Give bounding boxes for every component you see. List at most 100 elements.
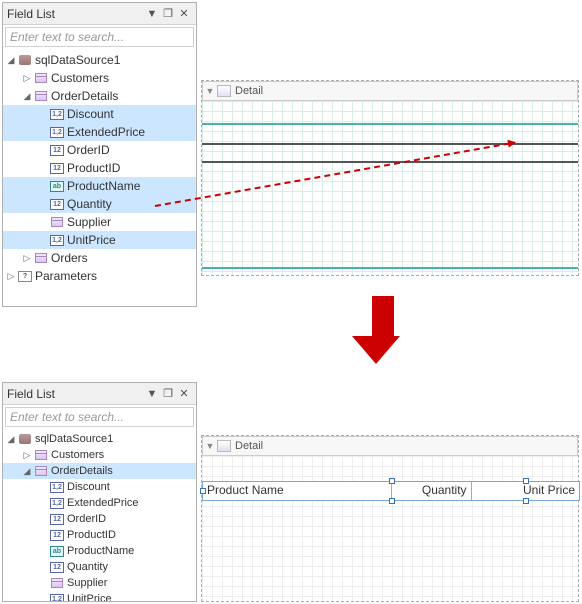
node-label: OrderID	[67, 513, 106, 525]
expander-icon[interactable]: ▷	[5, 271, 17, 282]
detail-band-header[interactable]: ▼ Detail	[202, 81, 578, 101]
search-input[interactable]: Enter text to search...	[5, 407, 194, 427]
table-icon	[49, 215, 65, 229]
tree-node-supplier[interactable]: Supplier	[3, 575, 196, 591]
node-label: Quantity	[67, 197, 112, 211]
band-icon	[217, 440, 231, 452]
param-icon: ?	[17, 269, 33, 283]
node-label: sqlDataSource1	[35, 433, 113, 445]
expander-icon[interactable]: ◢	[21, 466, 33, 477]
window-icon[interactable]: ❐	[160, 6, 176, 22]
band-icon	[217, 85, 231, 97]
window-icon[interactable]: ❐	[160, 386, 176, 402]
tree-node-unitprice[interactable]: 1,2 UnitPrice	[3, 231, 196, 249]
tree-node-orderdetails[interactable]: ◢ OrderDetails	[3, 87, 196, 105]
database-icon	[17, 432, 33, 446]
field-tree: ◢ sqlDataSource1 ▷ Customers ◢ OrderDeta…	[3, 429, 196, 602]
table-icon	[33, 448, 49, 462]
tree-node-parameters[interactable]: ▷ ? Parameters	[3, 267, 196, 285]
table-icon	[33, 251, 49, 265]
tree-node-orderid[interactable]: 12 OrderID	[3, 511, 196, 527]
detail-band-header[interactable]: ▼ Detail	[202, 436, 578, 456]
tree-node-customers[interactable]: ▷ Customers	[3, 69, 196, 87]
tree-node-extendedprice[interactable]: 1,2 ExtendedPrice	[3, 495, 196, 511]
tree-node-orderdetails[interactable]: ◢ OrderDetails	[3, 463, 196, 479]
tree-node-orders[interactable]: ▷ Orders	[3, 249, 196, 267]
int-icon: 12	[49, 528, 65, 542]
tree-node-datasource[interactable]: ◢ sqlDataSource1	[3, 431, 196, 447]
node-label: ExtendedPrice	[67, 125, 145, 139]
decimal-icon: 1,2	[49, 107, 65, 121]
panel-header: Field List ▼ ❐ ✕	[3, 3, 196, 25]
resize-handle[interactable]	[523, 478, 529, 484]
separator-line	[202, 267, 578, 269]
node-label: ProductID	[67, 161, 120, 175]
separator-line	[202, 123, 578, 125]
tree-node-productid[interactable]: 12 ProductID	[3, 527, 196, 543]
resize-handle[interactable]	[389, 478, 395, 484]
decimal-icon: 1,2	[49, 496, 65, 510]
node-label: ProductName	[67, 545, 134, 557]
chevron-down-icon[interactable]: ▼	[203, 441, 217, 451]
decimal-icon: 1,2	[49, 125, 65, 139]
search-input[interactable]: Enter text to search...	[5, 27, 194, 47]
node-label: sqlDataSource1	[35, 53, 120, 67]
expander-icon[interactable]: ◢	[5, 434, 17, 445]
field-list-panel-top: Field List ▼ ❐ ✕ Enter text to search...…	[2, 2, 197, 307]
tree-node-customers[interactable]: ▷ Customers	[3, 447, 196, 463]
tree-node-discount[interactable]: 1,2 Discount	[3, 105, 196, 123]
tree-node-quantity[interactable]: 12 Quantity	[3, 559, 196, 575]
tree-node-supplier[interactable]: Supplier	[3, 213, 196, 231]
node-label: OrderDetails	[51, 465, 113, 477]
node-label: Discount	[67, 107, 114, 121]
tree-node-orderid[interactable]: 12 OrderID	[3, 141, 196, 159]
expander-icon[interactable]: ▷	[21, 73, 33, 84]
node-label: Parameters	[35, 269, 97, 283]
tree-node-productid[interactable]: 12 ProductID	[3, 159, 196, 177]
table-icon	[33, 89, 49, 103]
dropdown-icon[interactable]: ▼	[144, 386, 160, 402]
string-icon: ab	[49, 544, 65, 558]
tree-node-productname[interactable]: ab ProductName	[3, 543, 196, 559]
node-label: Supplier	[67, 215, 111, 229]
node-label: ProductName	[67, 179, 140, 193]
band-label: Detail	[235, 85, 263, 97]
tree-node-unitprice[interactable]: 1,2 UnitPrice	[3, 591, 196, 602]
string-icon: ab	[49, 179, 65, 193]
close-icon[interactable]: ✕	[176, 6, 192, 22]
field-tree: ◢ sqlDataSource1 ▷ Customers ◢ OrderDeta…	[3, 49, 196, 287]
result-arrow	[365, 296, 400, 364]
resize-handle[interactable]	[389, 498, 395, 504]
table-control[interactable]: Product Name Quantity Unit Price	[202, 481, 580, 501]
int-icon: 12	[49, 161, 65, 175]
resize-handle[interactable]	[523, 498, 529, 504]
tree-node-extendedprice[interactable]: 1,2 ExtendedPrice	[3, 123, 196, 141]
table-icon	[49, 576, 65, 590]
table-cell-productname[interactable]: Product Name	[203, 482, 392, 500]
close-icon[interactable]: ✕	[176, 386, 192, 402]
decimal-icon: 1,2	[49, 480, 65, 494]
tree-node-discount[interactable]: 1,2 Discount	[3, 479, 196, 495]
table-icon	[33, 464, 49, 478]
node-label: UnitPrice	[67, 593, 112, 602]
panel-title: Field List	[7, 387, 144, 401]
design-surface-bottom[interactable]: ▼ Detail Product Name Quantity Unit Pric…	[201, 435, 579, 602]
node-label: Orders	[51, 251, 88, 265]
expander-icon[interactable]: ◢	[5, 55, 17, 66]
drag-arrow-head	[507, 138, 516, 147]
table-cell-quantity[interactable]: Quantity	[392, 482, 472, 500]
tree-node-productname[interactable]: ab ProductName	[3, 177, 196, 195]
tree-node-datasource[interactable]: ◢ sqlDataSource1	[3, 51, 196, 69]
expander-icon[interactable]: ▷	[21, 253, 33, 264]
resize-handle[interactable]	[200, 488, 206, 494]
dropdown-icon[interactable]: ▼	[144, 6, 160, 22]
node-label: ProductID	[67, 529, 116, 541]
expander-icon[interactable]: ▷	[21, 450, 33, 461]
expander-icon[interactable]: ◢	[21, 91, 33, 102]
chevron-down-icon[interactable]: ▼	[203, 86, 217, 96]
node-label: UnitPrice	[67, 233, 116, 247]
decimal-icon: 1,2	[49, 592, 65, 602]
panel-header: Field List ▼ ❐ ✕	[3, 383, 196, 405]
design-surface-top[interactable]: ▼ Detail	[201, 80, 579, 276]
node-label: Discount	[67, 481, 110, 493]
